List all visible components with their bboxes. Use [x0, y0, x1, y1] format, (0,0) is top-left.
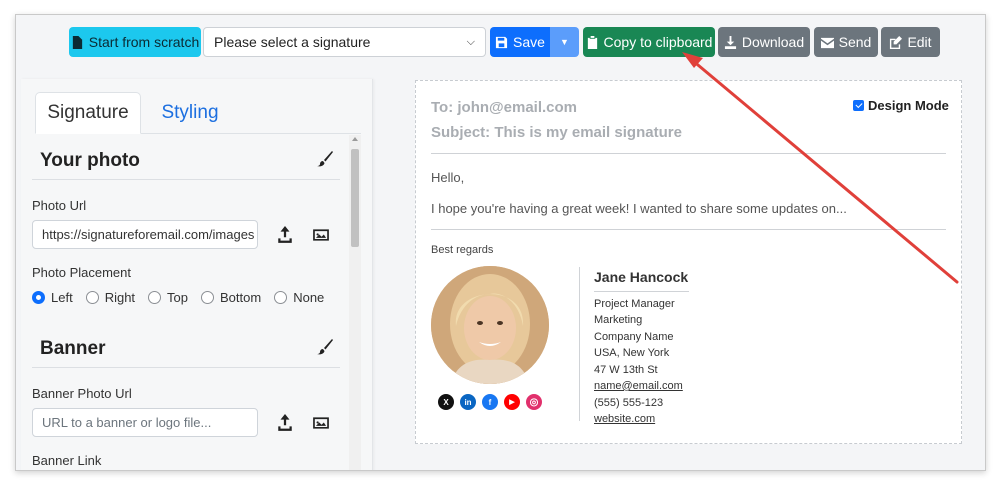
signature-location: USA, New York: [594, 347, 670, 359]
save-button[interactable]: Save: [490, 27, 550, 57]
signature-select-value: Please select a signature: [214, 34, 371, 50]
checkbox-checked-icon[interactable]: [853, 100, 864, 111]
signature-website-link[interactable]: website.com: [594, 413, 655, 425]
placement-top-label: Top: [167, 290, 189, 305]
start-from-scratch-button[interactable]: Start from scratch: [69, 27, 201, 57]
portrait-illustration: [431, 266, 549, 384]
signature-email-link[interactable]: name@email.com: [594, 380, 683, 392]
signature-divider: [579, 267, 580, 421]
file-icon: [72, 35, 82, 49]
banner-section-title: Banner: [40, 338, 106, 359]
placement-right-label: Right: [104, 290, 136, 305]
paintbrush-icon[interactable]: [317, 151, 333, 167]
instagram-icon[interactable]: ◎: [526, 394, 542, 410]
photo-section-title: Your photo: [40, 150, 140, 171]
image-icon[interactable]: [312, 226, 330, 244]
placement-top-radio[interactable]: Top: [148, 290, 188, 305]
tab-signature[interactable]: Signature: [35, 92, 141, 134]
upload-icon[interactable]: [276, 414, 294, 432]
placement-none-radio[interactable]: None: [274, 290, 324, 305]
placement-left-radio[interactable]: Left: [32, 290, 73, 305]
linkedin-icon[interactable]: in: [460, 394, 476, 410]
facebook-icon[interactable]: f: [482, 394, 498, 410]
app-window: Start from scratch Please select a signa…: [15, 14, 986, 471]
preview-divider: [431, 229, 946, 230]
signature-name-underline: [594, 291, 689, 292]
photo-placement-options: Left Right Top Bottom None: [32, 290, 337, 305]
signature-title: Project Manager: [594, 298, 675, 310]
section-divider: [32, 367, 340, 368]
banner-url-label: Banner Photo Url: [32, 386, 132, 401]
signature-phone: (555) 555-123: [594, 397, 664, 409]
placement-none-label: None: [293, 290, 325, 305]
clipboard-icon: [587, 35, 597, 49]
design-mode-label: Design Mode: [868, 98, 949, 113]
edit-button[interactable]: Edit: [881, 27, 940, 57]
chevron-down-icon: ⌵: [466, 35, 475, 48]
scrollbar-thumb[interactable]: [351, 149, 359, 247]
preview-body: I hope you're having a great week! I wan…: [431, 201, 847, 216]
social-links: X in f ▶ ◎: [438, 394, 542, 410]
photo-placement-label: Photo Placement: [32, 265, 132, 280]
caret-down-icon: ▼: [560, 37, 569, 47]
signature-photo: [431, 266, 549, 384]
signature-department: Marketing: [594, 314, 643, 326]
placement-bottom-radio[interactable]: Bottom: [201, 290, 261, 305]
radio-circle: [201, 291, 215, 304]
placement-right-radio[interactable]: Right: [85, 290, 136, 305]
download-icon: [724, 35, 736, 49]
preview-closing: Best regards: [431, 244, 494, 256]
image-icon[interactable]: [312, 414, 330, 432]
save-label: Save: [513, 34, 545, 50]
radio-circle: [32, 291, 45, 304]
editor-panel: Signature Styling Your photo Photo Url h…: [21, 79, 373, 470]
editor-scrollbar[interactable]: [349, 135, 361, 470]
edit-label: Edit: [907, 34, 932, 50]
signature-name: Jane Hancock: [594, 269, 689, 285]
section-divider: [32, 179, 340, 180]
copy-to-clipboard-label: Copy to clipboard: [603, 34, 713, 50]
radio-circle: [274, 291, 288, 304]
banner-url-input[interactable]: URL to a banner or logo file...: [32, 408, 258, 437]
send-label: Send: [838, 34, 872, 50]
toolbar: Start from scratch Please select a signa…: [16, 15, 985, 75]
signature-address: 47 W 13th St: [594, 364, 658, 376]
pencil-square-icon: [890, 35, 903, 49]
youtube-icon[interactable]: ▶: [504, 394, 520, 410]
banner-link-label: Banner Link: [32, 453, 102, 468]
radio-circle: [148, 291, 162, 304]
photo-url-input[interactable]: https://signatureforemail.com/images: [32, 220, 258, 249]
paintbrush-icon[interactable]: [317, 339, 333, 355]
design-mode-toggle[interactable]: Design Mode: [853, 98, 949, 113]
preview-subject: Subject: This is my email signature: [431, 124, 682, 141]
preview-divider: [431, 153, 946, 154]
editor-tabs: Signature Styling: [35, 92, 361, 134]
signature-company: Company Name: [594, 331, 674, 343]
send-button[interactable]: Send: [814, 27, 878, 57]
x-icon[interactable]: X: [438, 394, 454, 410]
copy-to-clipboard-button[interactable]: Copy to clipboard: [583, 27, 715, 57]
floppy-disk-icon: [495, 36, 508, 48]
radio-circle: [85, 291, 99, 304]
download-label: Download: [741, 34, 805, 50]
photo-url-label: Photo Url: [32, 198, 87, 213]
tab-styling[interactable]: Styling: [161, 92, 218, 134]
envelope-icon: [820, 37, 834, 48]
editor-scroll-area: Your photo Photo Url https://signaturefo…: [21, 135, 361, 470]
email-preview: To: john@email.com Subject: This is my e…: [415, 80, 962, 444]
scroll-up-arrow[interactable]: [352, 137, 358, 141]
placement-bottom-label: Bottom: [220, 290, 262, 305]
signature-select[interactable]: Please select a signature ⌵: [203, 27, 486, 57]
preview-greeting: Hello,: [431, 170, 465, 185]
save-dropdown-toggle[interactable]: ▼: [550, 27, 579, 57]
preview-to: To: john@email.com: [431, 99, 578, 116]
start-from-scratch-label: Start from scratch: [88, 34, 200, 50]
placement-left-label: Left: [51, 290, 73, 305]
download-button[interactable]: Download: [718, 27, 810, 57]
upload-icon[interactable]: [276, 226, 294, 244]
